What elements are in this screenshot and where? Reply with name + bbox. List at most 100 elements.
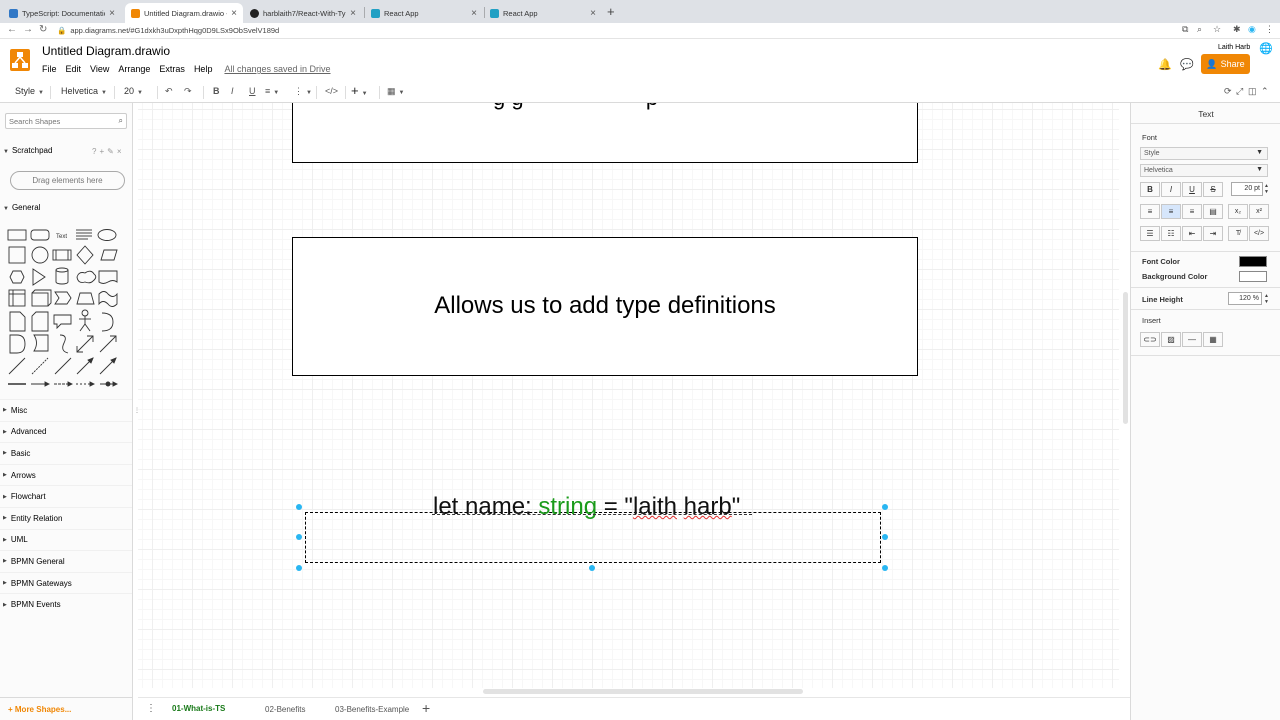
close-icon[interactable]: × <box>590 8 596 19</box>
redo-icon[interactable]: ↷ <box>184 86 192 97</box>
tape-shape[interactable] <box>98 291 118 307</box>
vertical-align-icon[interactable]: ⋮ ▼ <box>294 86 312 97</box>
category-entity-relation[interactable]: ▶ Entity Relation <box>0 506 132 529</box>
actor-shape[interactable] <box>79 309 91 332</box>
line-shape[interactable] <box>8 357 26 375</box>
indent-icon[interactable]: ⇥ <box>1203 226 1223 241</box>
link-arrow-shape[interactable] <box>31 381 51 387</box>
font-family-dropdown[interactable]: Helvetica ▼ <box>61 86 107 96</box>
page-tab-what-is-ts[interactable]: 01-What-is-TS <box>164 698 234 720</box>
menu-arrange[interactable]: Arrange <box>118 64 150 74</box>
notification-bell-icon[interactable]: 🔔 <box>1158 58 1172 71</box>
bidirectional-arrow-shape[interactable] <box>76 335 94 353</box>
resize-handle[interactable] <box>589 565 595 571</box>
callout-shape[interactable] <box>53 314 72 330</box>
drag-drop-zone[interactable]: Drag elements here <box>10 171 125 190</box>
card-shape[interactable] <box>31 311 49 332</box>
resize-handle[interactable] <box>296 504 302 510</box>
align-center-icon[interactable]: ≡ <box>1161 204 1181 219</box>
dashed-link-shape[interactable] <box>54 381 74 387</box>
reload-icon[interactable]: ↻ <box>39 24 47 35</box>
new-tab-icon[interactable]: + <box>607 4 615 19</box>
save-status[interactable]: All changes saved in Drive <box>224 64 330 74</box>
resize-handle[interactable] <box>296 565 302 571</box>
arrow-shape[interactable] <box>99 335 117 353</box>
html-code-icon[interactable]: </> <box>325 86 338 96</box>
diagram-canvas[interactable]: g g p Allows us to add type definitions … <box>138 103 1119 688</box>
cube-shape[interactable] <box>31 289 52 307</box>
align-left-icon[interactable]: ≡ <box>1140 204 1160 219</box>
font-style-select[interactable]: Style ▼ <box>1140 147 1268 160</box>
page-tab-benefits-example[interactable]: 03-Benefits-Example <box>327 698 417 720</box>
pages-menu-icon[interactable]: ⋮ <box>146 703 156 714</box>
vertical-scrollbar[interactable] <box>1123 292 1128 424</box>
close-icon[interactable]: × <box>350 8 356 19</box>
hexagon-shape[interactable] <box>9 270 25 284</box>
insert-image-icon[interactable]: ▨ <box>1161 332 1181 347</box>
italic-icon[interactable]: I <box>231 86 234 96</box>
insert-plus-icon[interactable]: + ▼ <box>351 83 368 98</box>
zoom-icon[interactable]: ⌕ <box>1197 24 1202 35</box>
table-icon[interactable]: ▦ ▼ <box>387 86 404 97</box>
browser-menu-icon[interactable]: ⋮ <box>1265 24 1274 35</box>
line-height-stepper-icon[interactable]: ▲ ▼ <box>1264 293 1269 305</box>
data-storage-shape[interactable] <box>33 334 49 352</box>
font-size-input[interactable]: 20 pt <box>1231 182 1263 196</box>
category-advanced[interactable]: ▶ Advanced <box>0 420 132 443</box>
text-shape[interactable]: Text <box>56 234 67 240</box>
more-shapes-button[interactable]: + More Shapes... <box>0 697 132 720</box>
close-icon[interactable]: × <box>471 8 477 19</box>
profile-icon[interactable]: ◉ <box>1248 24 1256 35</box>
menu-view[interactable]: View <box>90 64 109 74</box>
rectangle-shape[interactable] <box>7 229 27 241</box>
note-shape[interactable] <box>9 311 26 332</box>
search-icon[interactable]: ⌕ <box>119 116 123 126</box>
browser-tab-typescript[interactable]: TypeScript: Documentation - M × <box>3 3 121 23</box>
install-icon[interactable]: ⧉ <box>1182 24 1188 35</box>
browser-tab-github[interactable]: harblaith7/React-With-TypeSc × <box>244 3 362 23</box>
category-bpmn-general[interactable]: ▶ BPMN General <box>0 550 132 572</box>
code-text-editor[interactable]: let name: string = "laith harb" <box>433 493 740 521</box>
category-basic[interactable]: ▶ Basic <box>0 442 132 464</box>
textbox-shape[interactable] <box>76 229 92 240</box>
underline-button[interactable]: U <box>1182 182 1202 197</box>
outdent-icon[interactable]: ⇤ <box>1182 226 1202 241</box>
strikethrough-button[interactable]: S <box>1203 182 1223 197</box>
bold-icon[interactable]: B <box>213 86 220 96</box>
menu-extras[interactable]: Extras <box>159 64 185 74</box>
category-bpmn-gateways[interactable]: ▶ BPMN Gateways <box>0 571 132 594</box>
bulleted-list-icon[interactable]: ☷ <box>1161 226 1181 241</box>
comments-icon[interactable]: 💬 <box>1180 58 1194 71</box>
fullscreen-icon[interactable]: ⤢ <box>1236 86 1243 97</box>
category-bpmn-events[interactable]: ▶ BPMN Events <box>0 593 132 615</box>
style-dropdown[interactable]: Style ▼ <box>15 86 44 96</box>
category-flowchart[interactable]: ▶ Flowchart <box>0 485 132 507</box>
font-size-dropdown[interactable]: 20 ▼ <box>124 86 143 96</box>
background-color-swatch[interactable] <box>1239 271 1267 282</box>
curve-shape[interactable] <box>59 334 69 354</box>
close-icon[interactable]: × <box>231 8 237 19</box>
document-title[interactable]: Untitled Diagram.drawio <box>42 44 170 58</box>
justify-icon[interactable]: ▤ <box>1203 204 1223 219</box>
diagram-box-type-definitions[interactable]: Allows us to add type definitions <box>292 237 918 376</box>
font-color-swatch[interactable] <box>1239 256 1267 267</box>
process-shape[interactable] <box>52 249 72 261</box>
general-header[interactable]: ▼ General <box>3 203 40 212</box>
connector-shape[interactable] <box>54 357 72 375</box>
language-globe-icon[interactable]: 🌐 <box>1259 42 1273 55</box>
category-misc[interactable]: ▶ Misc <box>0 399 132 421</box>
url-field[interactable]: 🔒 app.diagrams.net/#G1dxkh3uDxpthHqg0D9LS… <box>57 26 279 35</box>
numbered-list-icon[interactable]: ☰ <box>1140 226 1160 241</box>
or-shape[interactable] <box>101 312 114 332</box>
user-name[interactable]: Laith Harb <box>1218 44 1250 51</box>
internal-storage-shape[interactable] <box>8 289 26 307</box>
edit-icon[interactable]: ✎ <box>107 147 117 156</box>
resize-handle[interactable] <box>296 534 302 540</box>
rounded-rectangle-shape[interactable] <box>30 229 50 241</box>
browser-tab-react-app-1[interactable]: React App × <box>365 3 483 23</box>
sync-icon[interactable]: ⟳ <box>1224 86 1232 97</box>
menu-help[interactable]: Help <box>194 64 213 74</box>
superscript-icon[interactable]: x² <box>1249 204 1269 219</box>
horizontal-scrollbar[interactable] <box>483 689 803 694</box>
bidirectional-connector-shape[interactable] <box>99 357 117 375</box>
